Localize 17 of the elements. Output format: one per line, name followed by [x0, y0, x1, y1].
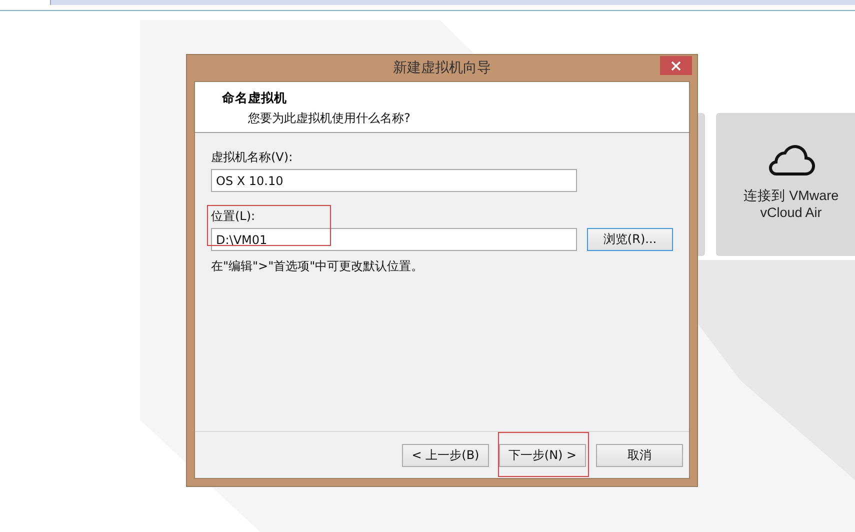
- location-field[interactable]: D:\VM01: [211, 228, 577, 251]
- step-question: 您要为此虚拟机使用什么名称?: [248, 110, 412, 127]
- cloud-icon: [767, 143, 815, 177]
- hint-text: 在"编辑">"首选项"中可更改默认位置。: [211, 258, 424, 275]
- back-button[interactable]: < 上一步(B): [402, 444, 489, 466]
- next-button[interactable]: 下一步(N) >: [499, 444, 586, 466]
- window-title: 新建虚拟机向导: [393, 59, 491, 77]
- close-button[interactable]: [660, 56, 692, 75]
- name-field[interactable]: OS X 10.10: [211, 169, 577, 192]
- cancel-button[interactable]: 取消: [596, 444, 683, 466]
- name-label: 虚拟机名称(V):: [211, 149, 293, 166]
- location-label: 位置(L):: [211, 208, 256, 225]
- tile-label: 连接到 VMware vCloud Air: [742, 187, 840, 221]
- tile[interactable]: 连接到 VMware vCloud Air: [716, 113, 855, 256]
- step-title: 命名虚拟机: [222, 90, 288, 107]
- close-icon: [671, 60, 681, 70]
- browse-button[interactable]: 浏览(R)...: [587, 228, 673, 251]
